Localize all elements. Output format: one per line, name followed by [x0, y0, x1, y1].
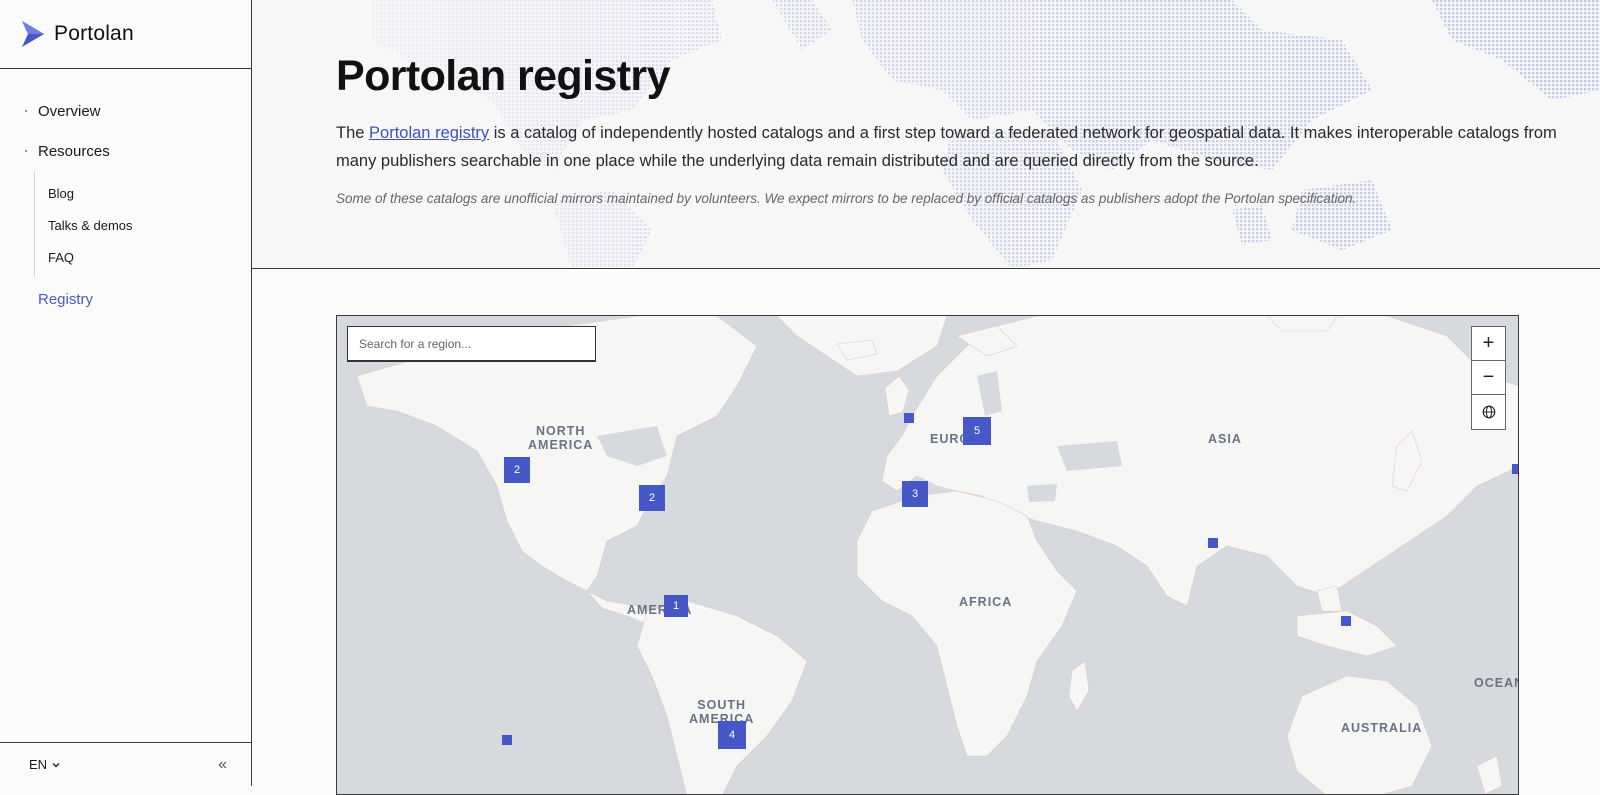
sidebar-item-blog[interactable]: Blog [35, 177, 251, 209]
sidebar-footer: EN « [0, 742, 251, 786]
catalog-cluster-europe[interactable]: 5 [963, 417, 991, 445]
language-label: EN [29, 757, 48, 772]
region-label-north-america: NORTH AMERICA [528, 424, 594, 452]
catalog-marker-south-asia[interactable] [1208, 538, 1218, 548]
zoom-out-button[interactable]: − [1472, 361, 1505, 395]
globe-icon [1482, 405, 1495, 419]
sidebar-item-overview[interactable]: Overview [0, 91, 251, 131]
chevron-down-icon [52, 762, 60, 767]
collapse-sidebar-button[interactable]: « [218, 756, 227, 774]
sidebar-item-registry[interactable]: Registry [0, 279, 251, 319]
sidebar: Portolan Overview Resources Blog Talks &… [0, 0, 252, 786]
registry-map[interactable]: + − NORTH AMERICA EUROPE ASIA AFRICA AME… [336, 315, 1519, 795]
bullet-icon [25, 150, 27, 152]
sidebar-item-faq[interactable]: FAQ [35, 241, 251, 273]
sidebar-item-talks-demos[interactable]: Talks & demos [35, 209, 251, 241]
region-label-africa: AFRICA [959, 595, 1013, 609]
page-header: Portolan registry The Portolan registry … [252, 0, 1600, 269]
zoom-in-button[interactable]: + [1472, 327, 1505, 361]
mirrors-note: Some of these catalogs are unofficial mi… [336, 191, 1357, 206]
catalog-marker-southeast-asia[interactable] [1341, 616, 1351, 626]
intro-text-prefix: The [336, 124, 370, 142]
sidebar-item-label: Registry [38, 290, 94, 308]
intro-text-suffix: is a catalog of independently hosted cat… [336, 124, 1557, 170]
portolan-registry-link[interactable]: Portolan registry [369, 124, 489, 142]
brand-name: Portolan [54, 22, 134, 45]
intro-paragraph: The Portolan registry is a catalog of in… [336, 119, 1576, 175]
portolan-logo-icon [22, 21, 44, 47]
map-controls: + − [1471, 326, 1506, 430]
catalog-cluster-iberia[interactable]: 3 [902, 481, 928, 507]
catalog-cluster-us-east[interactable]: 2 [639, 485, 665, 511]
catalog-cluster-central-america[interactable]: 1 [664, 595, 688, 617]
region-label-oceania: OCEANIA [1474, 676, 1518, 690]
catalog-marker-east-edge[interactable] [1512, 464, 1518, 474]
language-selector[interactable]: EN [29, 757, 61, 772]
brand[interactable]: Portolan [0, 0, 251, 69]
catalog-cluster-us-west[interactable]: 2 [504, 457, 530, 483]
header-content: Portolan registry The Portolan registry … [336, 52, 1576, 206]
resources-subnav: Blog Talks & demos FAQ [34, 171, 251, 277]
sidebar-item-label: Overview [38, 102, 101, 120]
sidebar-item-resources[interactable]: Resources [0, 131, 251, 171]
catalog-cluster-south-america[interactable]: 4 [718, 721, 746, 749]
sidebar-item-label: Resources [38, 142, 110, 160]
catalog-marker-uk[interactable] [904, 413, 914, 423]
region-search-input[interactable] [347, 326, 596, 362]
reset-view-button[interactable] [1472, 395, 1505, 429]
region-label-australia: AUSTRALIA [1341, 721, 1423, 735]
catalog-marker-pacific[interactable] [502, 735, 512, 745]
sidebar-nav: Overview Resources Blog Talks & demos FA… [0, 69, 251, 319]
region-label-asia: ASIA [1208, 432, 1242, 446]
bullet-icon [25, 110, 27, 112]
page-title: Portolan registry [336, 52, 670, 100]
